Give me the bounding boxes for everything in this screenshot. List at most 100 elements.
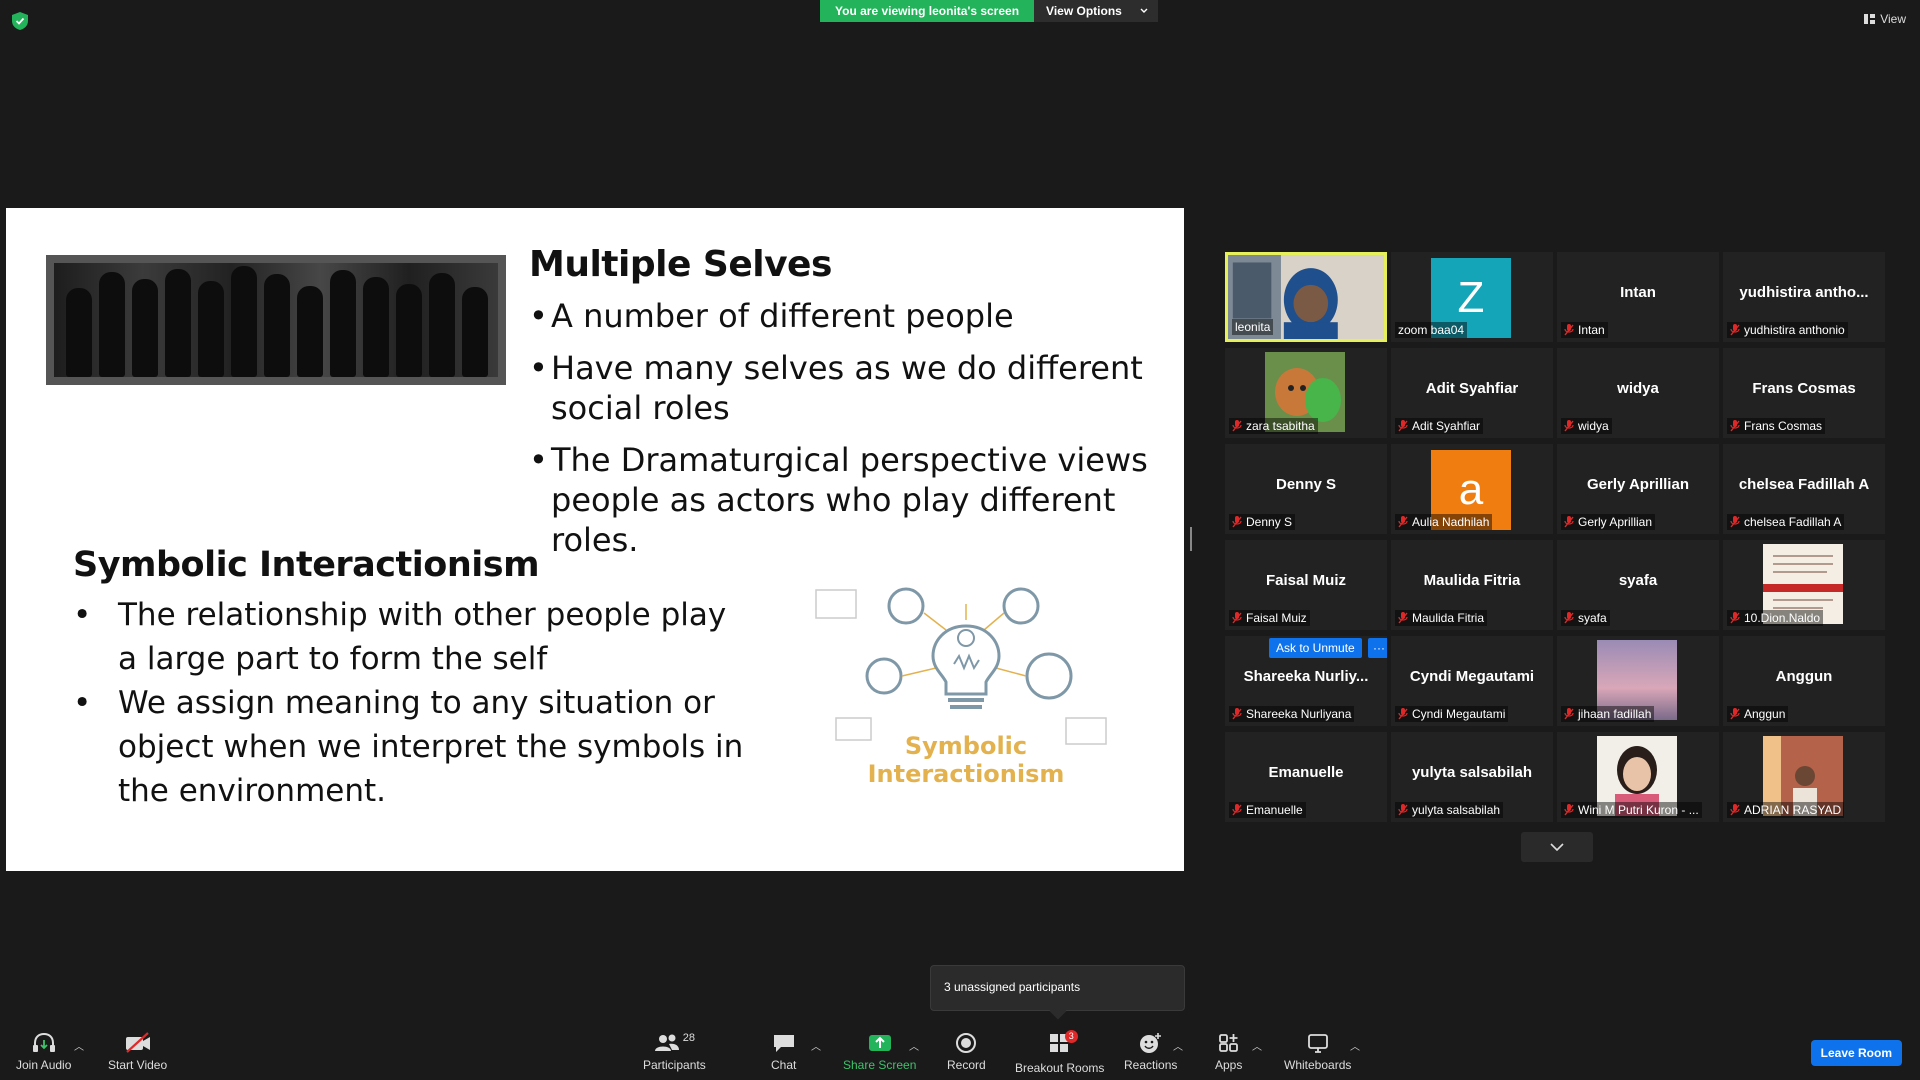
bullet-item: The Dramaturgical perspective views peop… — [529, 440, 1179, 560]
participant-tile[interactable]: Gerly Aprillian Gerly Aprillian — [1557, 444, 1719, 534]
chat-button[interactable]: Chat — [771, 1032, 796, 1072]
more-options-button[interactable]: ··· — [1368, 638, 1387, 658]
person-silhouette — [396, 283, 422, 377]
breakout-rooms-button[interactable]: 3 Breakout Rooms — [1015, 1030, 1105, 1075]
participant-tile[interactable]: 10.Dion.Naldo — [1723, 540, 1885, 630]
participant-tile[interactable]: Maulida Fitria Maulida Fitria — [1391, 540, 1553, 630]
participant-name-label: yudhistira anthonio — [1727, 322, 1848, 338]
participant-display-name: yudhistira antho... — [1739, 284, 1869, 301]
participant-name: widya — [1578, 419, 1609, 433]
apps-label: Apps — [1215, 1058, 1243, 1072]
whiteboards-label: Whiteboards — [1284, 1058, 1352, 1072]
share-screen-button[interactable]: Share Screen — [843, 1032, 916, 1072]
muted-mic-icon — [1730, 708, 1740, 720]
person-silhouette — [66, 288, 92, 377]
participant-tile[interactable]: widya widya — [1557, 348, 1719, 438]
muted-mic-icon — [1398, 516, 1408, 528]
muted-mic-icon — [1398, 612, 1408, 624]
participant-tile[interactable]: jihaan fadillah — [1557, 636, 1719, 726]
participant-tile[interactable]: Faisal Muiz Faisal Muiz — [1225, 540, 1387, 630]
participant-name: Emanuelle — [1246, 803, 1303, 817]
participant-tile[interactable]: Cyndi Megautami Cyndi Megautami — [1391, 636, 1553, 726]
participant-name-label: zara tsabitha — [1229, 418, 1318, 434]
participant-tile[interactable]: a Aulia Nadhilah — [1391, 444, 1553, 534]
record-label: Record — [947, 1058, 986, 1072]
participant-name-label: Adit Syahfiar — [1395, 418, 1484, 434]
smiley-plus-icon — [1139, 1033, 1161, 1053]
participant-tile[interactable]: syafa syafa — [1557, 540, 1719, 630]
participant-tile[interactable]: leonita — [1225, 252, 1387, 342]
muted-mic-icon — [1564, 708, 1574, 720]
ask-to-unmute-button[interactable]: Ask to Unmute — [1269, 638, 1362, 658]
reactions-button[interactable]: Reactions — [1124, 1032, 1177, 1072]
business-people-photo — [46, 255, 506, 385]
participant-display-name: Cyndi Megautami — [1409, 668, 1535, 685]
muted-mic-icon — [1564, 612, 1574, 624]
viewing-screen-label: You are viewing leonita's screen — [820, 0, 1035, 22]
participant-tile[interactable]: Emanuelle Emanuelle — [1225, 732, 1387, 822]
participant-tile[interactable]: yulyta salsabilah yulyta salsabilah — [1391, 732, 1553, 822]
participants-button[interactable]: 28 Participants — [643, 1032, 706, 1072]
participant-name: leonita — [1235, 320, 1271, 334]
participant-tile[interactable]: Wini M Putri Kuron - ... — [1557, 732, 1719, 822]
participant-name-label: widya — [1561, 418, 1612, 434]
share-screen-icon — [868, 1035, 891, 1051]
record-button[interactable]: Record — [947, 1032, 986, 1072]
apps-button[interactable]: Apps — [1215, 1032, 1242, 1072]
whiteboard-icon — [1307, 1034, 1328, 1053]
muted-mic-icon — [1730, 516, 1740, 528]
participant-tile[interactable]: Denny S Denny S — [1225, 444, 1387, 534]
participant-tile[interactable]: zara tsabitha — [1225, 348, 1387, 438]
audio-options-caret-icon[interactable]: ︿ — [74, 1038, 84, 1053]
headphones-icon — [32, 1032, 55, 1052]
whiteboards-options-caret-icon[interactable]: ︿ — [1350, 1038, 1360, 1053]
whiteboards-button[interactable]: Whiteboards — [1284, 1032, 1351, 1072]
split-view-drag-handle[interactable] — [1190, 527, 1192, 551]
participant-tile[interactable]: ADRIAN RASYAD — [1723, 732, 1885, 822]
chat-options-caret-icon[interactable]: ︿ — [811, 1038, 821, 1053]
participant-display-name: syafa — [1618, 572, 1658, 589]
participant-tile[interactable]: chelsea Fadillah A chelsea Fadillah A — [1723, 444, 1885, 534]
participant-name: Shareeka Nurliyana — [1246, 707, 1352, 721]
view-options-label: View Options — [1046, 4, 1122, 18]
leave-room-button[interactable]: Leave Room — [1810, 1040, 1902, 1066]
participant-name: zoom baa04 — [1398, 323, 1465, 337]
participant-name: chelsea Fadillah A — [1744, 515, 1842, 529]
bullet-item: A number of different people — [529, 296, 1179, 336]
participant-tile[interactable]: Anggun Anggun — [1723, 636, 1885, 726]
participant-name-label: Cyndi Megautami — [1395, 706, 1509, 722]
participant-tile[interactable]: Adit Syahfiar Adit Syahfiar — [1391, 348, 1553, 438]
share-options-caret-icon[interactable]: ︿ — [909, 1038, 919, 1053]
unassigned-participants-tooltip[interactable]: 3 unassigned participants — [930, 965, 1185, 1011]
gallery-next-page-button[interactable] — [1521, 832, 1593, 862]
record-icon — [956, 1033, 977, 1053]
participant-tile[interactable]: Ask to Unmute ··· Shareeka Nurliy... Sharee… — [1225, 636, 1387, 726]
muted-mic-icon — [1564, 516, 1574, 528]
participant-tile[interactable]: Intan Intan — [1557, 252, 1719, 342]
view-options-button[interactable]: View Options — [1034, 0, 1158, 22]
symbolic-interactionism-bullets: The relationship with other people play … — [73, 593, 753, 813]
participant-name-label: Intan — [1561, 322, 1608, 338]
apps-options-caret-icon[interactable]: ︿ — [1252, 1038, 1262, 1053]
person-silhouette — [429, 273, 455, 377]
participant-name-label: Faisal Muiz — [1229, 610, 1310, 626]
view-button[interactable]: View — [1864, 12, 1906, 26]
muted-mic-icon — [1398, 804, 1408, 816]
participant-tile[interactable]: Zzoom baa04 — [1391, 252, 1553, 342]
grid-view-icon — [1864, 14, 1876, 24]
security-shield-icon[interactable] — [12, 12, 28, 30]
participant-tile[interactable]: Frans Cosmas Frans Cosmas — [1723, 348, 1885, 438]
start-video-button[interactable]: Start Video — [108, 1032, 167, 1072]
shared-slide: Multiple Selves A number of different pe… — [6, 208, 1184, 871]
breakout-rooms-label: Breakout Rooms — [1015, 1061, 1105, 1075]
participant-tile[interactable]: yudhistira antho... yudhistira anthonio — [1723, 252, 1885, 342]
join-audio-button[interactable]: Join Audio — [16, 1032, 71, 1072]
join-audio-label: Join Audio — [16, 1058, 72, 1072]
person-silhouette — [297, 285, 323, 377]
breakout-rooms-badge: 3 — [1064, 1030, 1078, 1043]
participant-name-label: 10.Dion.Naldo — [1727, 610, 1824, 626]
symbolic-interactionism-diagram: Symbolic Interactionism — [815, 587, 1107, 788]
participant-name: Anggun — [1744, 707, 1786, 721]
reactions-options-caret-icon[interactable]: ︿ — [1173, 1038, 1183, 1053]
participant-name-label: Denny S — [1229, 514, 1296, 530]
